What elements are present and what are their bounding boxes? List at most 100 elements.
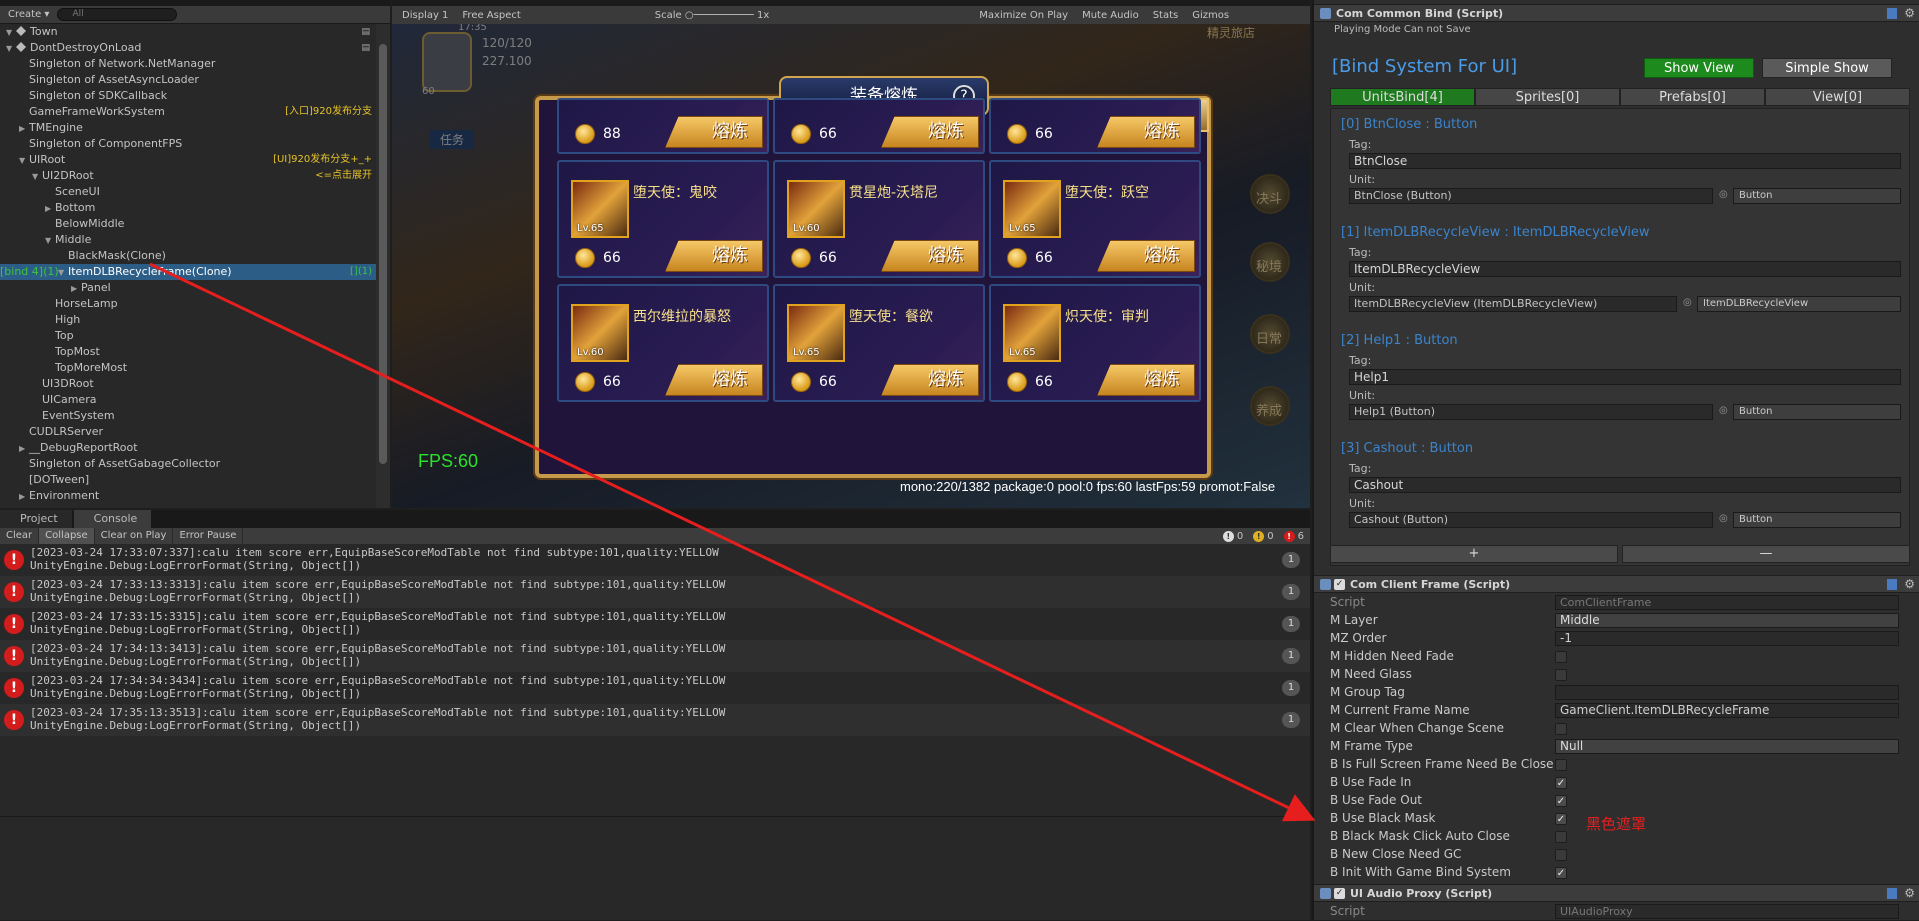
tag-input[interactable]: Help1	[1349, 369, 1901, 385]
hierarchy-item[interactable]: UI3DRoot	[0, 376, 376, 392]
smelt-button[interactable]: 熔炼	[881, 364, 979, 396]
hierarchy-item[interactable]: ▶ TMEngine	[0, 120, 376, 136]
tab-sprites[interactable]: Sprites[0]	[1475, 88, 1620, 106]
property-checkbox[interactable]	[1555, 831, 1567, 843]
unit-bind-header[interactable]: [3] Cashout : Button	[1341, 441, 1473, 456]
simple-show-button[interactable]: Simple Show	[1762, 58, 1892, 78]
hierarchy-item[interactable]: ▶ Environment	[0, 488, 376, 504]
scene-menu-icon[interactable]: ▤	[361, 40, 370, 56]
property-checkbox[interactable]	[1555, 759, 1567, 771]
collapse-arrow-icon[interactable]: ▶	[19, 489, 29, 505]
aspect-dropdown[interactable]: Free Aspect	[462, 10, 520, 21]
maximize-on-play-toggle[interactable]: Maximize On Play	[979, 10, 1068, 21]
hierarchy-item[interactable]: Singleton of Network.NetManager	[0, 56, 376, 72]
hierarchy-item[interactable]: BelowMiddle	[0, 216, 376, 232]
unit-object-field[interactable]: Cashout (Button)	[1349, 512, 1713, 528]
unit-bind-header[interactable]: [0] BtnClose : Button	[1341, 117, 1477, 132]
smelt-button[interactable]: 熔炼	[1097, 364, 1195, 396]
gear-icon[interactable]: ⚙	[1904, 577, 1915, 591]
help-book-icon[interactable]	[1887, 579, 1897, 590]
object-picker-icon[interactable]: ◎	[1683, 297, 1692, 308]
smelt-button[interactable]: 熔炼	[881, 116, 979, 148]
smelt-button[interactable]: 熔炼	[1097, 240, 1195, 272]
expand-arrow-icon[interactable]: ▼	[45, 233, 55, 249]
smelt-button[interactable]: 熔炼	[665, 364, 763, 396]
property-dropdown[interactable]: Middle	[1555, 613, 1899, 628]
unit-type-dropdown[interactable]: ItemDLBRecycleView	[1697, 296, 1901, 312]
hierarchy-item[interactable]: ▶ __DebugReportRoot	[0, 440, 376, 456]
tab-console[interactable]: Console	[73, 510, 152, 528]
error-count-toggle[interactable]: ! 6	[1283, 530, 1304, 542]
object-picker-icon[interactable]: ◎	[1719, 405, 1728, 416]
component-enabled-checkbox[interactable]: ✓	[1334, 888, 1345, 899]
log-entry[interactable]: ! [2023-03-24 17:33:07:337]:calu item sco…	[0, 544, 1310, 576]
unit-type-dropdown[interactable]: Button	[1733, 404, 1901, 420]
log-entry[interactable]: ! [2023-03-24 17:33:15:3315]:calu item sc…	[0, 608, 1310, 640]
clear-button[interactable]: Clear	[0, 528, 40, 544]
hierarchy-item[interactable]: ▶ Bottom	[0, 200, 376, 216]
display-dropdown[interactable]: Display 1	[402, 10, 448, 21]
component-enabled-checkbox[interactable]: ✓	[1334, 579, 1345, 590]
property-object-field[interactable]: ComClientFrame	[1555, 595, 1899, 610]
unit-bind-header[interactable]: [1] ItemDLBRecycleView : ItemDLBRecycleV…	[1341, 225, 1650, 240]
hierarchy-item[interactable]: GameFrameWorkSystem [入口]920发布分支	[0, 104, 376, 120]
unit-type-dropdown[interactable]: Button	[1733, 188, 1901, 204]
tab-view[interactable]: View[0]	[1765, 88, 1910, 106]
audio-script-field[interactable]: UIAudioProxy	[1555, 904, 1899, 919]
add-unit-button[interactable]: +	[1330, 545, 1618, 563]
hierarchy-item[interactable]: Singleton of ComponentFPS	[0, 136, 376, 152]
hierarchy-item[interactable]: ▼ DontDestroyOnLoad ▤	[0, 40, 376, 56]
game-canvas[interactable]: 120/120 227.100 60 17:35 任务 精灵旅店 决斗 秘境 日…	[392, 24, 1310, 508]
hierarchy-item[interactable]: Singleton of AssetGabageCollector	[0, 456, 376, 472]
gear-icon[interactable]: ⚙	[1904, 886, 1915, 900]
hierarchy-item[interactable]: SceneUI	[0, 184, 376, 200]
error-pause-toggle[interactable]: Error Pause	[173, 528, 244, 544]
unit-object-field[interactable]: BtnClose (Button)	[1349, 188, 1713, 204]
expand-arrow-icon[interactable]: ▼	[58, 265, 68, 281]
expand-arrow-icon[interactable]: ▼	[6, 25, 16, 41]
smelt-button[interactable]: 熔炼	[881, 240, 979, 272]
hierarchy-item[interactable]: UICamera	[0, 392, 376, 408]
clear-on-play-toggle[interactable]: Clear on Play	[95, 528, 174, 544]
log-entry[interactable]: ! [2023-03-24 17:34:13:3413]:calu item sc…	[0, 640, 1310, 672]
tag-input[interactable]: ItemDLBRecycleView	[1349, 261, 1901, 277]
hierarchy-scrollbar[interactable]	[376, 24, 390, 508]
hierarchy-item[interactable]: [DOTween]	[0, 472, 376, 488]
smelt-button[interactable]: 熔炼	[665, 240, 763, 272]
tab-project[interactable]: Project	[0, 510, 72, 528]
tag-input[interactable]: Cashout	[1349, 477, 1901, 493]
gizmos-toggle[interactable]: Gizmos	[1192, 10, 1229, 21]
property-input[interactable]	[1555, 685, 1899, 700]
warn-count-toggle[interactable]: ! 0	[1253, 530, 1274, 542]
stats-toggle[interactable]: Stats	[1153, 10, 1179, 21]
collapse-arrow-icon[interactable]: ▶	[19, 441, 29, 457]
info-count-toggle[interactable]: ! 0	[1222, 530, 1243, 542]
property-input[interactable]: -1	[1555, 631, 1899, 646]
collapse-toggle[interactable]: Collapse	[39, 528, 95, 544]
property-checkbox[interactable]: ✓	[1555, 813, 1567, 825]
log-entry[interactable]: ! [2023-03-24 17:34:34:3434]:calu item sc…	[0, 672, 1310, 704]
tag-input[interactable]: BtnClose	[1349, 153, 1901, 169]
hierarchy-item[interactable]: TopMoreMost	[0, 360, 376, 376]
hierarchy-item[interactable]: ▼ UI2DRoot <=点击展开	[0, 168, 376, 184]
hierarchy-item[interactable]: ▼ Town ▤	[0, 24, 376, 40]
scene-menu-icon[interactable]: ▤	[361, 24, 370, 40]
hierarchy-item[interactable]: BlackMask(Clone)	[0, 248, 376, 264]
property-input[interactable]: GameClient.ItemDLBRecycleFrame	[1555, 703, 1899, 718]
property-checkbox[interactable]: ✓	[1555, 867, 1567, 879]
hierarchy-item[interactable]: ▼ Middle	[0, 232, 376, 248]
property-checkbox[interactable]	[1555, 651, 1567, 663]
expand-arrow-icon[interactable]: ▼	[19, 153, 29, 169]
expand-arrow-icon[interactable]: ▼	[6, 41, 16, 57]
scale-slider[interactable]: Scale ○────────── 1x	[655, 10, 769, 21]
help-book-icon[interactable]	[1887, 888, 1897, 899]
unit-type-dropdown[interactable]: Button	[1733, 512, 1901, 528]
hierarchy-item[interactable]: Singleton of SDKCallback	[0, 88, 376, 104]
hierarchy-item[interactable]: EventSystem	[0, 408, 376, 424]
log-entry[interactable]: ! [2023-03-24 17:35:13:3513]:calu item sc…	[0, 704, 1310, 736]
property-checkbox[interactable]	[1555, 723, 1567, 735]
equipment-card[interactable]: Lv.60 西尔维拉的暴怒 66 熔炼	[557, 284, 769, 402]
show-view-button[interactable]: Show View	[1644, 58, 1754, 78]
tab-prefabs[interactable]: Prefabs[0]	[1620, 88, 1765, 106]
console-divider[interactable]	[0, 816, 1310, 817]
